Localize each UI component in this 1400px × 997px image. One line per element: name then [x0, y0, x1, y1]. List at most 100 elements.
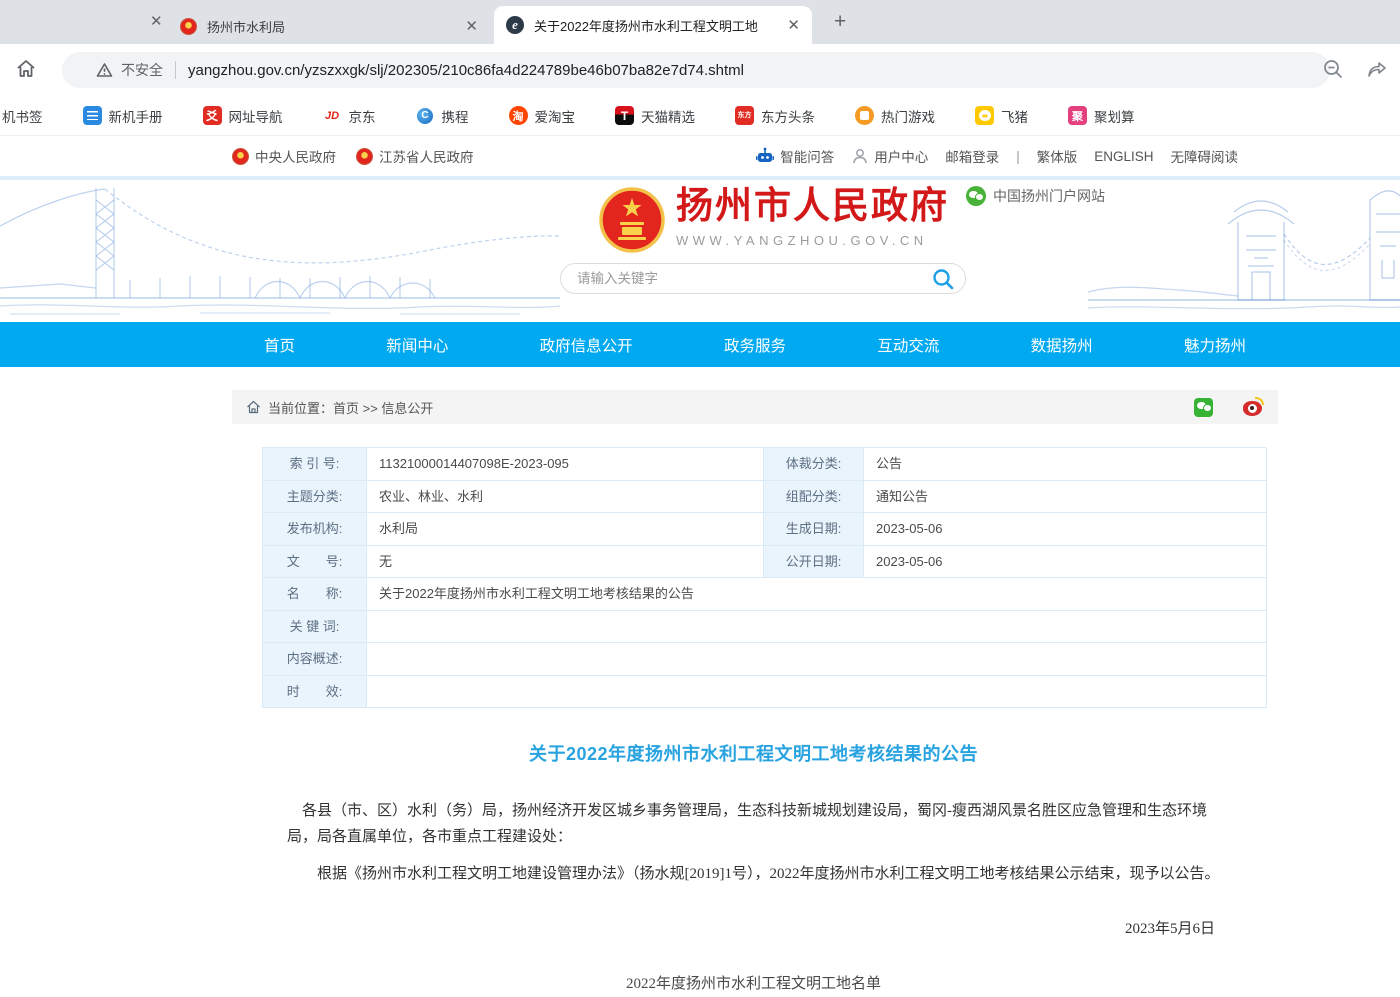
- meta-label-gen-date: 生成日期:: [764, 513, 864, 546]
- meta-value-topic: 农业、林业、水利: [367, 481, 764, 514]
- bookmark-taobao[interactable]: 淘爱淘宝: [509, 106, 576, 126]
- close-icon[interactable]: ✕: [150, 14, 163, 29]
- nav-interaction[interactable]: 互动交流: [877, 334, 939, 356]
- meta-label-validity: 时 效:: [263, 676, 367, 709]
- link-english[interactable]: ENGLISH: [1094, 149, 1153, 164]
- bookmarks-bar: 机书签 新机手册 爻网址导航 JD京东 C携程 淘爱淘宝 T天猫精选 东方东方头…: [0, 96, 1400, 136]
- search-input[interactable]: [577, 271, 931, 286]
- article-list-title: 2022年度扬州市水利工程文明工地名单: [262, 972, 1245, 993]
- tmall-icon: T: [615, 106, 634, 125]
- breadcrumb: 当前位置：首页 >> 信息公开: [232, 390, 1278, 424]
- article-title: 关于2022年度扬州市水利工程文明工地考核结果的公告: [262, 740, 1245, 766]
- meta-value-genre: 公告: [864, 448, 1267, 481]
- bookmark-tmall[interactable]: T天猫精选: [615, 106, 695, 126]
- share-icon[interactable]: [1366, 58, 1388, 80]
- nav-gov-services[interactable]: 政务服务: [724, 334, 786, 356]
- link-accessibility[interactable]: 无障碍阅读: [1171, 146, 1239, 166]
- article-date: 2023年5月6日: [262, 917, 1245, 938]
- bookmark-phone-bookmarks[interactable]: 机书签: [2, 106, 43, 126]
- bridge-sketch-art-left: [0, 180, 560, 322]
- security-label[interactable]: 不安全: [121, 60, 163, 80]
- bookmark-juhuasuan[interactable]: 聚聚划算: [1068, 106, 1135, 126]
- site-search: [560, 263, 966, 294]
- nav-news-center[interactable]: 新闻中心: [386, 334, 448, 356]
- url-field[interactable]: 不安全 yangzhou.gov.cn/yzszxxgk/slj/202305/…: [62, 52, 1330, 88]
- taobao-icon: 淘: [509, 106, 528, 125]
- meta-value-pub-date: 2023-05-06: [864, 546, 1267, 579]
- zoom-out-icon[interactable]: [1322, 58, 1344, 80]
- share-wechat-icon[interactable]: [1194, 398, 1213, 417]
- eastday-icon: 东方: [735, 106, 754, 125]
- address-bar: 不安全 yangzhou.gov.cn/yzszxxgk/slj/202305/…: [0, 44, 1400, 96]
- bookmark-eastday[interactable]: 东方东方头条: [735, 106, 815, 126]
- home-icon: [246, 400, 261, 414]
- site-nav-icon: 爻: [203, 106, 222, 125]
- breadcrumb-path[interactable]: 首页 >> 信息公开: [333, 401, 433, 416]
- national-emblem-icon: [232, 148, 249, 165]
- article-paragraph: 根据《扬州市水利工程文明工地建设管理办法》（扬水规[2019]1号），2022年…: [262, 861, 1245, 887]
- bookmark-games[interactable]: 热门游戏: [855, 106, 935, 126]
- breadcrumb-text: 当前位置：首页 >> 信息公开: [268, 398, 433, 417]
- portal-label[interactable]: 中国扬州门户网站: [966, 186, 1105, 206]
- link-smart-qa[interactable]: 智能问答: [755, 146, 834, 166]
- browser-window: ✕ 扬州市水利局 ✕ e 关于2022年度扬州市水利工程文明工地 ✕ + 不安全…: [0, 0, 1400, 997]
- link-central-gov[interactable]: 中央人民政府: [232, 146, 336, 166]
- juhuasuan-icon: 聚: [1068, 106, 1087, 125]
- new-tab-button[interactable]: +: [834, 11, 846, 32]
- main-navigation: 首页 新闻中心 政府信息公开 政务服务 互动交流 数据扬州 魅力扬州: [0, 322, 1400, 367]
- bookmark-fliggy[interactable]: 飞猪: [975, 106, 1028, 126]
- meta-value-gen-date: 2023-05-06: [864, 513, 1267, 546]
- site-title: 扬州市人民政府: [676, 186, 949, 229]
- bookmark-jd[interactable]: JD京东: [323, 106, 376, 126]
- nav-charming-yangzhou[interactable]: 魅力扬州: [1184, 334, 1246, 356]
- tab-title: 扬州市水利局: [207, 17, 465, 36]
- ctrip-icon: C: [416, 106, 435, 125]
- tab-water-bureau[interactable]: 扬州市水利局 ✕: [168, 8, 490, 44]
- link-jiangsu-gov[interactable]: 江苏省人民政府: [356, 146, 474, 166]
- meta-label-genre: 体裁分类:: [764, 448, 864, 481]
- document-meta-table: 索 引 号: 11321000014407098E-2023-095 体裁分类:…: [262, 447, 1266, 708]
- meta-value-validity: [367, 676, 1267, 709]
- site-subtitle: WWW.YANGZHOU.GOV.CN: [676, 233, 949, 248]
- jd-icon: JD: [323, 106, 342, 125]
- meta-value-doc-no: 无: [367, 546, 764, 579]
- meta-value-group: 通知公告: [864, 481, 1267, 514]
- meta-label-index-no: 索 引 号:: [263, 448, 367, 481]
- link-user-center[interactable]: 用户中心: [851, 146, 928, 166]
- bookmark-site-nav[interactable]: 爻网址导航: [203, 106, 283, 126]
- bookmark-manual[interactable]: 新机手册: [83, 106, 163, 126]
- meta-label-doc-no: 文 号:: [263, 546, 367, 579]
- share-weibo-icon[interactable]: [1243, 397, 1264, 418]
- url-text[interactable]: yangzhou.gov.cn/yzszxxgk/slj/202305/210c…: [188, 62, 744, 79]
- bookmark-ctrip[interactable]: C携程: [416, 106, 469, 126]
- nav-data-yangzhou[interactable]: 数据扬州: [1031, 334, 1093, 356]
- article-paragraph: 各县（市、区）水利（务）局，扬州经济开发区城乡事务管理局，生态科技新城规划建设局…: [262, 798, 1245, 851]
- meta-label-name: 名 称:: [263, 578, 367, 611]
- tab-active-announcement[interactable]: e 关于2022年度扬州市水利工程文明工地 ✕: [494, 6, 812, 44]
- meta-label-topic: 主题分类:: [263, 481, 367, 514]
- home-icon[interactable]: [14, 57, 38, 81]
- site-header-banner: 扬州市人民政府 WWW.YANGZHOU.GOV.CN 中国扬州门户网站: [0, 176, 1400, 322]
- user-icon: [851, 147, 869, 165]
- search-icon[interactable]: [931, 267, 955, 291]
- games-icon: [855, 106, 874, 125]
- wechat-icon: [966, 186, 986, 206]
- link-traditional-chinese[interactable]: 繁体版: [1037, 146, 1078, 166]
- fliggy-icon: [975, 106, 994, 125]
- nav-home[interactable]: 首页: [264, 334, 295, 356]
- site-logo[interactable]: 扬州市人民政府 WWW.YANGZHOU.GOV.CN: [598, 186, 949, 254]
- nav-gov-info-disclosure[interactable]: 政府信息公开: [540, 334, 633, 356]
- meta-label-org: 发布机构:: [263, 513, 367, 546]
- meta-label-group: 组配分类:: [764, 481, 864, 514]
- robot-icon: [755, 146, 775, 166]
- banner-top-strip: [0, 176, 1400, 180]
- divider: |: [1016, 149, 1020, 164]
- close-icon[interactable]: ✕: [465, 19, 478, 34]
- national-emblem-icon: [356, 148, 373, 165]
- meta-value-name: 关于2022年度扬州市水利工程文明工地考核结果的公告: [367, 578, 1267, 611]
- link-mail-login[interactable]: 邮箱登录: [945, 146, 999, 166]
- meta-value-index-no: 11321000014407098E-2023-095: [367, 448, 764, 481]
- meta-label-pub-date: 公开日期:: [764, 546, 864, 579]
- tab-bar: ✕ 扬州市水利局 ✕ e 关于2022年度扬州市水利工程文明工地 ✕ +: [0, 0, 1400, 44]
- close-icon[interactable]: ✕: [787, 18, 800, 33]
